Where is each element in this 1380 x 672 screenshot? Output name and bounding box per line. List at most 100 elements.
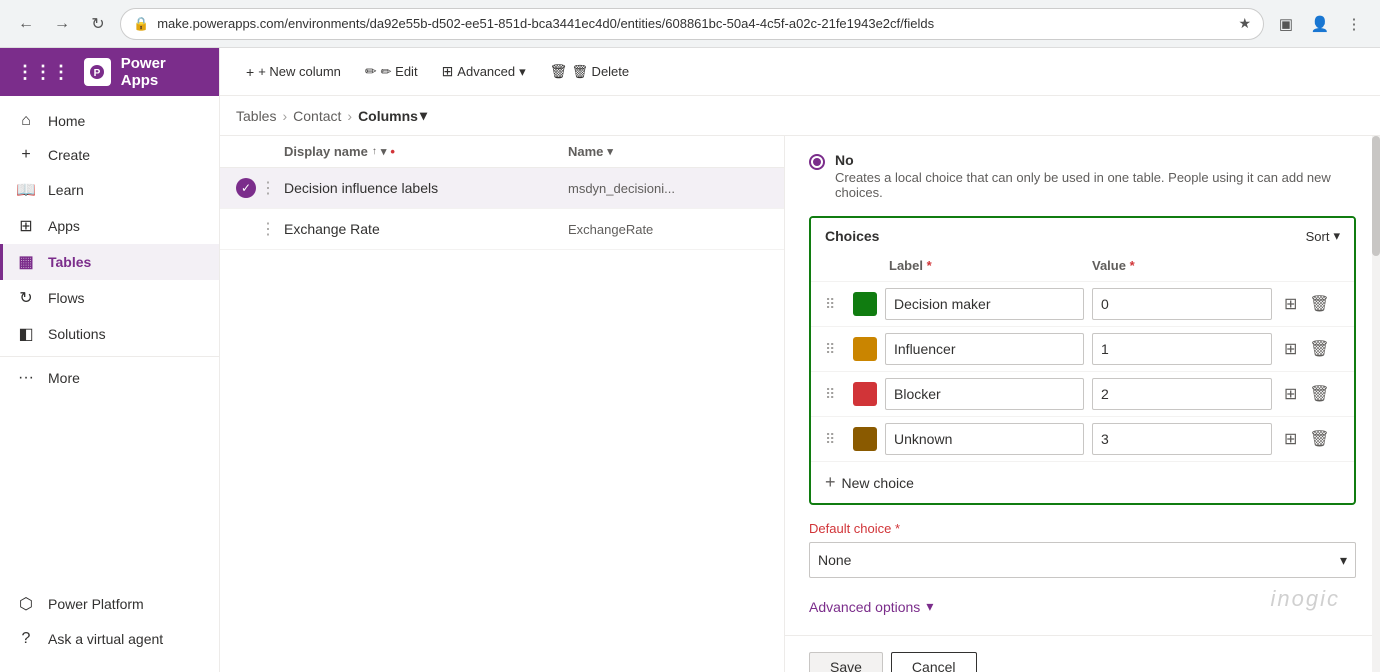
back-button[interactable]: ←: [12, 10, 40, 38]
display-name-label: Display name: [284, 144, 368, 159]
choice-actions-1: ⊞ 🗑: [1280, 292, 1340, 316]
breadcrumb-columns-dropdown[interactable]: Columns ▾: [358, 107, 427, 124]
default-choice-label: Default choice *: [809, 521, 1356, 536]
choice-row-influencer: ⠿ ⊞ 🗑: [811, 326, 1354, 371]
choice-label-input-3[interactable]: [885, 378, 1084, 410]
filter-icon[interactable]: ▾: [381, 145, 387, 158]
drag-handle-4[interactable]: ⠿: [825, 431, 845, 448]
breadcrumb-contact[interactable]: Contact: [293, 108, 341, 124]
row-context-menu-1[interactable]: ⋮: [260, 178, 284, 198]
ask-agent-icon: ?: [16, 630, 36, 648]
tables-label: Tables: [48, 254, 91, 270]
refresh-button[interactable]: ↻: [84, 10, 112, 38]
panel-footer: Save Cancel: [785, 635, 1380, 672]
sidebar-item-more[interactable]: ··· More: [0, 361, 219, 395]
radio-section: No Creates a local choice that can only …: [809, 152, 1356, 200]
bookmark-icon[interactable]: ★: [1238, 15, 1251, 32]
apps-label: Apps: [48, 218, 80, 234]
sidebar-item-tables[interactable]: ▦ Tables: [0, 244, 219, 280]
advanced-options-label: Advanced options: [809, 599, 920, 615]
choice-value-input-3[interactable]: [1092, 378, 1272, 410]
choice-settings-btn-1[interactable]: ⊞: [1280, 292, 1301, 316]
breadcrumb-tables[interactable]: Tables: [236, 108, 276, 124]
drag-handle-1[interactable]: ⠿: [825, 296, 845, 313]
sort-button[interactable]: Sort ▾: [1306, 228, 1340, 244]
color-swatch-1[interactable]: [853, 292, 877, 316]
choice-delete-btn-2[interactable]: 🗑: [1305, 337, 1333, 361]
advanced-options-button[interactable]: Advanced options ▾: [809, 594, 933, 619]
learn-label: Learn: [48, 182, 84, 198]
value-required: *: [1130, 258, 1135, 273]
sidebar: ⋮⋮⋮ P Power Apps ⌂ Home + Create 📖 Learn…: [0, 48, 220, 672]
breadcrumb-columns-label: Columns: [358, 108, 418, 124]
choice-delete-btn-4[interactable]: 🗑: [1305, 427, 1333, 451]
choice-value-input-2[interactable]: [1092, 333, 1272, 365]
sidebar-item-create[interactable]: + Create: [0, 138, 219, 172]
sidebar-item-ask-agent[interactable]: ? Ask a virtual agent: [0, 622, 219, 656]
save-button[interactable]: Save: [809, 652, 883, 672]
new-choice-button[interactable]: + New choice: [811, 461, 1354, 503]
delete-button[interactable]: 🗑 🗑 Delete: [540, 57, 639, 86]
learn-icon: 📖: [16, 180, 36, 200]
choice-delete-btn-3[interactable]: 🗑: [1305, 382, 1333, 406]
url-text: make.powerapps.com/environments/da92e55b…: [157, 16, 1230, 31]
tables-icon: ▦: [16, 252, 36, 272]
menu-icon[interactable]: ⋮: [1340, 10, 1368, 38]
sidebar-item-flows[interactable]: ↻ Flows: [0, 280, 219, 316]
color-swatch-2[interactable]: [853, 337, 877, 361]
scrollbar-thumb[interactable]: [1372, 136, 1380, 256]
advanced-button[interactable]: ⊞ Advanced ▾: [432, 57, 536, 86]
sidebar-item-power-platform[interactable]: ⬡ Power Platform: [0, 586, 219, 622]
sidebar-item-home[interactable]: ⌂ Home: [0, 104, 219, 138]
sidebar-item-apps[interactable]: ⊞ Apps: [0, 208, 219, 244]
choice-actions-3: ⊞ 🗑: [1280, 382, 1340, 406]
breadcrumb-sep1: ›: [282, 108, 287, 124]
create-icon: +: [16, 146, 36, 164]
profile-icon[interactable]: 👤: [1306, 10, 1334, 38]
scrollbar[interactable]: [1372, 136, 1380, 672]
radio-no-label: No: [835, 152, 1356, 168]
default-choice-select[interactable]: None ▾: [809, 542, 1356, 578]
new-column-icon: +: [246, 64, 254, 80]
cancel-button[interactable]: Cancel: [891, 652, 977, 672]
col-header-name: Name ▾: [568, 144, 768, 159]
choice-settings-btn-4[interactable]: ⊞: [1280, 427, 1301, 451]
drag-handle-3[interactable]: ⠿: [825, 386, 845, 403]
sort-asc-icon: ↑: [372, 146, 377, 157]
color-swatch-4[interactable]: [853, 427, 877, 451]
choice-value-input-4[interactable]: [1092, 423, 1272, 455]
default-choice-chevron-icon: ▾: [1340, 552, 1347, 569]
edit-button[interactable]: ✏ ✏ Edit: [355, 57, 428, 86]
forward-button[interactable]: →: [48, 10, 76, 38]
radio-no-circle[interactable]: [809, 154, 825, 170]
choice-label-input-2[interactable]: [885, 333, 1084, 365]
table-panel: Display name ↑ ▾ • Name ▾ ✓ ⋮: [220, 136, 784, 672]
row-check-1: ✓: [236, 178, 260, 198]
drag-handle-2[interactable]: ⠿: [825, 341, 845, 358]
row-system-name-1: msdyn_decisioni...: [568, 181, 768, 196]
choice-settings-btn-2[interactable]: ⊞: [1280, 337, 1301, 361]
choice-row-unknown: ⠿ ⊞ 🗑: [811, 416, 1354, 461]
watermark: inogic: [1271, 586, 1340, 612]
sort-icon: ▾: [1333, 228, 1340, 244]
choice-delete-btn-1[interactable]: 🗑: [1305, 292, 1333, 316]
choice-value-input-1[interactable]: [1092, 288, 1272, 320]
radio-no-content: No Creates a local choice that can only …: [835, 152, 1356, 200]
waffle-icon[interactable]: ⋮⋮⋮: [16, 62, 70, 83]
sidebar-nav: ⌂ Home + Create 📖 Learn ⊞ Apps ▦ Tables …: [0, 96, 219, 578]
choice-label-input-4[interactable]: [885, 423, 1084, 455]
row-context-menu-2[interactable]: ⋮: [260, 219, 284, 239]
name-filter-icon[interactable]: ▾: [607, 145, 613, 158]
sidebar-item-learn[interactable]: 📖 Learn: [0, 172, 219, 208]
more-label: More: [48, 370, 80, 386]
table-row[interactable]: ⋮ Exchange Rate ExchangeRate: [220, 209, 784, 250]
table-row[interactable]: ✓ ⋮ Decision influence labels msdyn_deci…: [220, 168, 784, 209]
choice-label-input-1[interactable]: [885, 288, 1084, 320]
choice-settings-btn-3[interactable]: ⊞: [1280, 382, 1301, 406]
advanced-options-chevron-icon: ▾: [926, 598, 933, 615]
color-swatch-3[interactable]: [853, 382, 877, 406]
default-choice-required: *: [895, 521, 900, 536]
extensions-icon[interactable]: ▣: [1272, 10, 1300, 38]
new-column-button[interactable]: + + New column: [236, 58, 351, 86]
sidebar-item-solutions[interactable]: ◧ Solutions: [0, 316, 219, 352]
